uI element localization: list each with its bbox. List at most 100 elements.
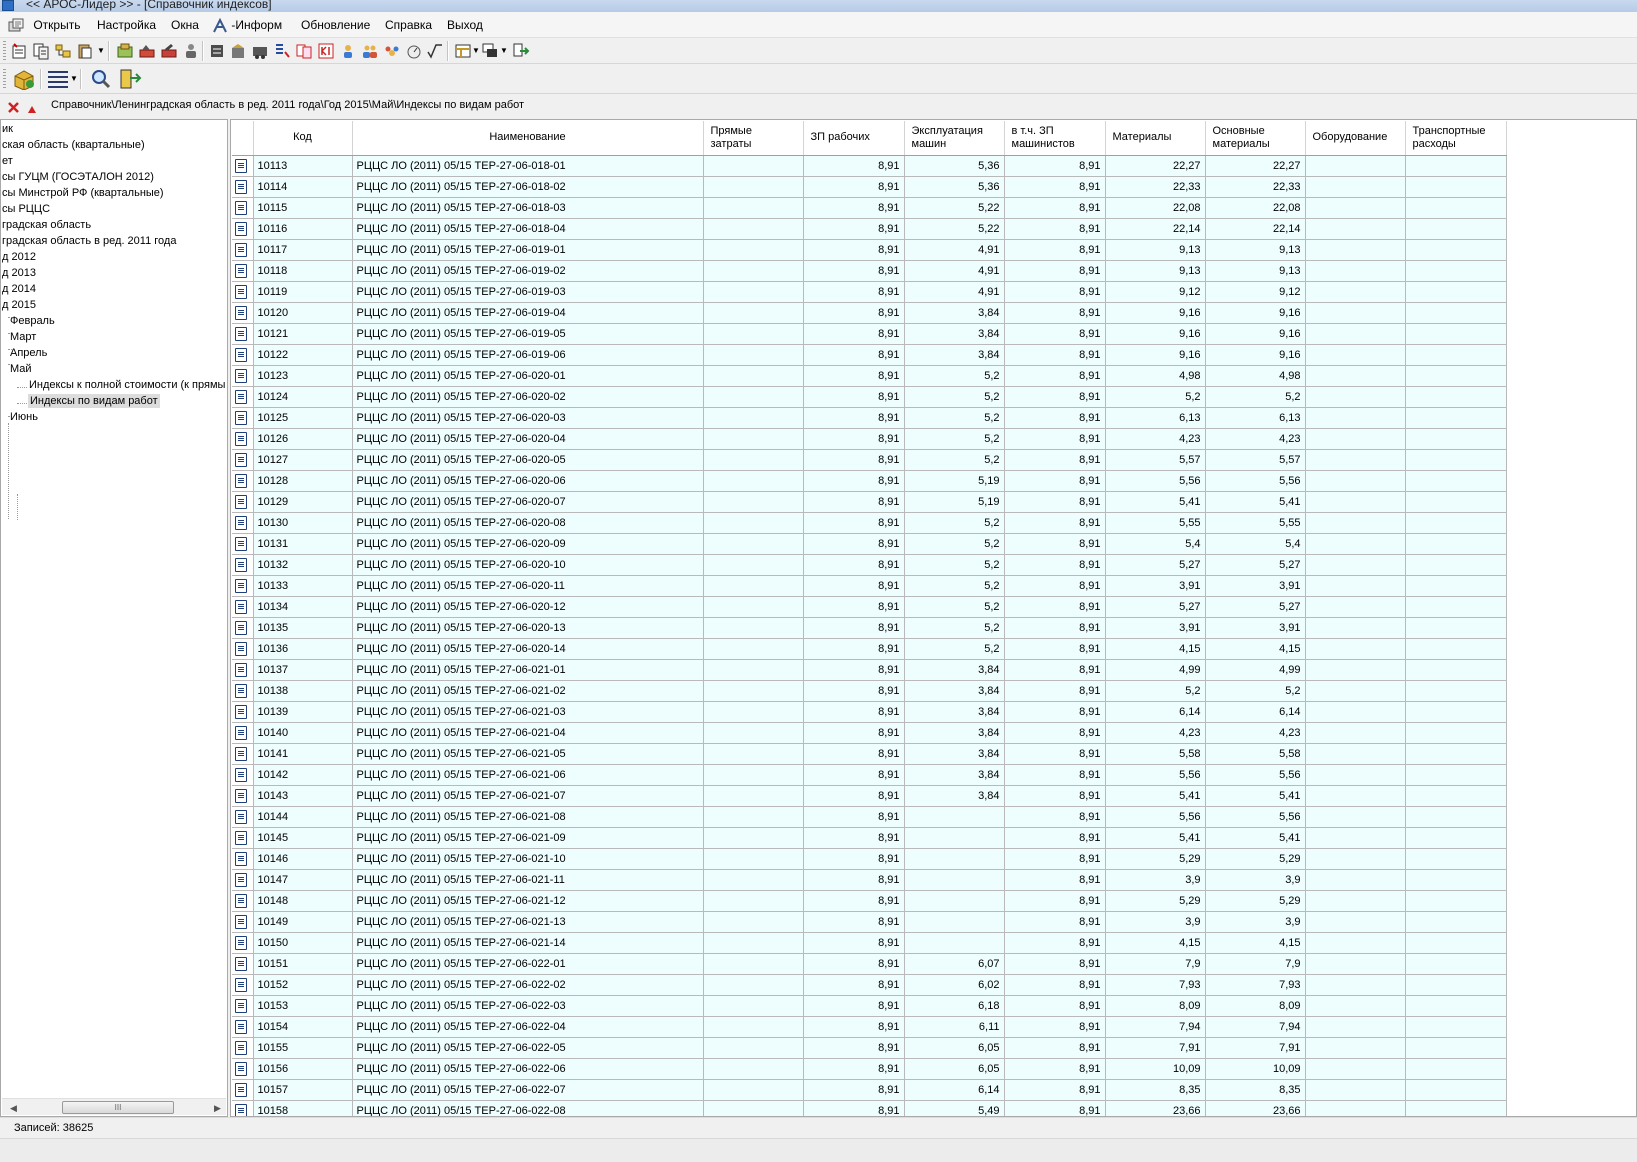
cell-trans[interactable]	[1405, 659, 1507, 681]
cell-zpm[interactable]: 8,91	[1004, 680, 1106, 702]
table-row[interactable]: 10120 РЦЦС ЛО (2011) 05/15 ТЕР-27-06-019-…	[232, 302, 1507, 324]
cell-mat[interactable]: 5,29	[1105, 848, 1206, 870]
cell-expl[interactable]: 6,18	[904, 995, 1005, 1017]
cell-expl[interactable]: 5,2	[904, 575, 1005, 597]
header-name[interactable]: Наименование	[352, 121, 704, 156]
cell-name[interactable]: РЦЦС ЛО (2011) 05/15 ТЕР-27-06-020-13	[352, 617, 704, 639]
cell-direct[interactable]	[703, 764, 804, 786]
cell-obor[interactable]	[1305, 197, 1406, 219]
menu-open[interactable]: Открыть	[8, 17, 80, 35]
cell-zp[interactable]: 8,91	[803, 554, 905, 576]
cell-name[interactable]: РЦЦС ЛО (2011) 05/15 ТЕР-27-06-019-04	[352, 302, 704, 324]
cell-zpm[interactable]: 8,91	[1004, 1100, 1106, 1116]
cell-direct[interactable]	[703, 1058, 804, 1080]
cell-osn[interactable]: 9,13	[1205, 239, 1306, 261]
tree-node-month[interactable]: Март	[10, 330, 36, 344]
cell-trans[interactable]	[1405, 365, 1507, 387]
person-icon[interactable]	[182, 42, 200, 60]
cell-direct[interactable]	[703, 743, 804, 765]
row-icon-cell[interactable]	[232, 302, 254, 324]
cell-name[interactable]: РЦЦС ЛО (2011) 05/15 ТЕР-27-06-020-03	[352, 407, 704, 429]
table-row[interactable]: 10115 РЦЦС ЛО (2011) 05/15 ТЕР-27-06-018-…	[232, 197, 1507, 219]
cell-trans[interactable]	[1405, 512, 1507, 534]
row-icon-cell[interactable]	[232, 239, 254, 261]
cell-zp[interactable]: 8,91	[803, 365, 905, 387]
cell-trans[interactable]	[1405, 932, 1507, 954]
cell-name[interactable]: РЦЦС ЛО (2011) 05/15 ТЕР-27-06-021-11	[352, 869, 704, 891]
row-icon-cell[interactable]	[232, 470, 254, 492]
cell-zpm[interactable]: 8,91	[1004, 470, 1106, 492]
header-machine-operation[interactable]: Эксплуатация машин	[904, 121, 1005, 156]
tree-node-month[interactable]: Апрель	[10, 346, 47, 360]
arrow-up-red-icon[interactable]	[28, 106, 36, 113]
filter-exit-icon[interactable]	[118, 68, 142, 90]
cell-obor[interactable]	[1305, 239, 1406, 261]
cell-expl[interactable]: 5,2	[904, 449, 1005, 471]
cell-zpm[interactable]: 8,91	[1004, 890, 1106, 912]
cell-osn[interactable]: 5,41	[1205, 491, 1306, 513]
cell-osn[interactable]: 5,2	[1205, 680, 1306, 702]
cell-trans[interactable]	[1405, 281, 1507, 303]
cell-name[interactable]: РЦЦС ЛО (2011) 05/15 ТЕР-27-06-020-11	[352, 575, 704, 597]
cell-code[interactable]: 10129	[253, 491, 353, 513]
cell-osn[interactable]: 5,55	[1205, 512, 1306, 534]
cell-mat[interactable]: 5,56	[1105, 764, 1206, 786]
cell-expl[interactable]: 3,84	[904, 785, 1005, 807]
cell-obor[interactable]	[1305, 890, 1406, 912]
table-row[interactable]: 10157 РЦЦС ЛО (2011) 05/15 ТЕР-27-06-022-…	[232, 1079, 1507, 1101]
cell-expl[interactable]: 4,91	[904, 260, 1005, 282]
cell-trans[interactable]	[1405, 764, 1507, 786]
cell-direct[interactable]	[703, 1100, 804, 1116]
cell-code[interactable]: 10123	[253, 365, 353, 387]
cell-zpm[interactable]: 8,91	[1004, 764, 1106, 786]
row-icon-cell[interactable]	[232, 491, 254, 513]
cell-direct[interactable]	[703, 596, 804, 618]
cell-zp[interactable]: 8,91	[803, 533, 905, 555]
cell-code[interactable]: 10151	[253, 953, 353, 975]
cell-trans[interactable]	[1405, 197, 1507, 219]
cell-osn[interactable]: 22,33	[1205, 176, 1306, 198]
cell-osn[interactable]: 3,91	[1205, 617, 1306, 639]
cell-osn[interactable]: 5,27	[1205, 596, 1306, 618]
cell-osn[interactable]: 5,57	[1205, 449, 1306, 471]
table-row[interactable]: 10119 РЦЦС ЛО (2011) 05/15 ТЕР-27-06-019-…	[232, 281, 1507, 303]
cell-zpm[interactable]: 8,91	[1004, 386, 1106, 408]
scroll-left-arrow-icon[interactable]: ◀	[10, 1103, 17, 1114]
cell-direct[interactable]	[703, 155, 804, 177]
properties-icon[interactable]	[10, 42, 28, 60]
cell-obor[interactable]	[1305, 281, 1406, 303]
cell-trans[interactable]	[1405, 533, 1507, 555]
cell-trans[interactable]	[1405, 701, 1507, 723]
cell-code[interactable]: 10117	[253, 239, 353, 261]
cell-direct[interactable]	[703, 344, 804, 366]
header-direct-costs[interactable]: Прямые затраты	[703, 121, 804, 156]
cell-name[interactable]: РЦЦС ЛО (2011) 05/15 ТЕР-27-06-019-01	[352, 239, 704, 261]
row-icon-cell[interactable]	[232, 827, 254, 849]
tree-node[interactable]: д 2014	[2, 282, 36, 296]
cell-zpm[interactable]: 8,91	[1004, 953, 1106, 975]
tree-node[interactable]: сы РЦЦС	[2, 202, 50, 216]
cell-code[interactable]: 10143	[253, 785, 353, 807]
cell-code[interactable]: 10121	[253, 323, 353, 345]
cell-obor[interactable]	[1305, 806, 1406, 828]
table-row[interactable]: 10129 РЦЦС ЛО (2011) 05/15 ТЕР-27-06-020-…	[232, 491, 1507, 513]
tree-node-month[interactable]: Февраль	[10, 314, 55, 328]
cell-mat[interactable]: 5,57	[1105, 449, 1206, 471]
row-icon-cell[interactable]	[232, 701, 254, 723]
cell-expl[interactable]: 3,84	[904, 701, 1005, 723]
cell-osn[interactable]: 5,41	[1205, 827, 1306, 849]
cell-name[interactable]: РЦЦС ЛО (2011) 05/15 ТЕР-27-06-022-04	[352, 1016, 704, 1038]
row-icon-cell[interactable]	[232, 365, 254, 387]
cell-zpm[interactable]: 8,91	[1004, 575, 1106, 597]
cell-osn[interactable]: 5,56	[1205, 470, 1306, 492]
cell-osn[interactable]: 22,27	[1205, 155, 1306, 177]
cell-mat[interactable]: 9,12	[1105, 281, 1206, 303]
cell-obor[interactable]	[1305, 365, 1406, 387]
cell-code[interactable]: 10137	[253, 659, 353, 681]
cell-osn[interactable]: 9,16	[1205, 302, 1306, 324]
cell-direct[interactable]	[703, 428, 804, 450]
cell-trans[interactable]	[1405, 239, 1507, 261]
cell-trans[interactable]	[1405, 155, 1507, 177]
cell-trans[interactable]	[1405, 470, 1507, 492]
cell-zpm[interactable]: 8,91	[1004, 869, 1106, 891]
